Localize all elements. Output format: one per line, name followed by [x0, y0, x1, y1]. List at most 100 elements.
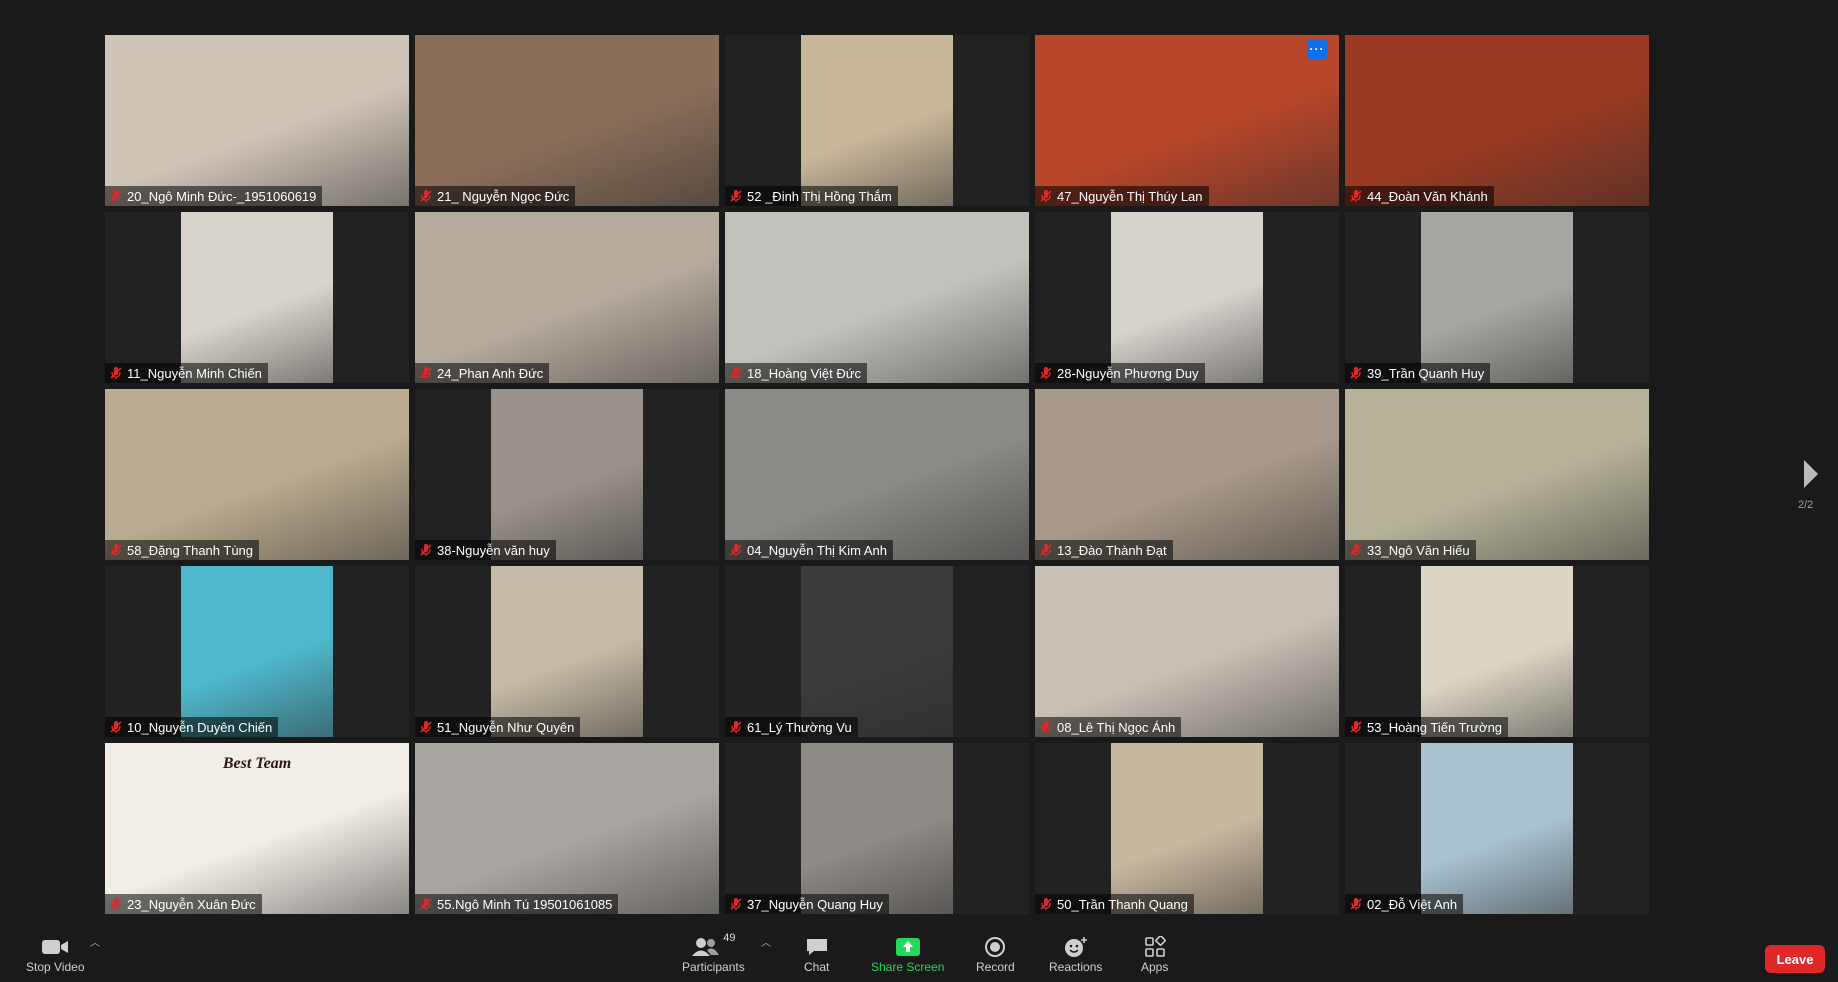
- participant-tile[interactable]: 10_Nguyễn Duyên Chiến: [105, 566, 409, 737]
- participant-tile[interactable]: 33_Ngô Văn Hiếu: [1345, 389, 1649, 560]
- participant-name: 23_Nguyễn Xuân Đức: [127, 896, 256, 912]
- participant-video: [725, 212, 1029, 383]
- muted-mic-icon: [419, 189, 433, 203]
- participant-video: [491, 389, 643, 560]
- participant-name-bar: 53_Hoàng Tiến Trường: [1345, 717, 1509, 737]
- muted-mic-icon: [419, 720, 433, 734]
- participant-tile[interactable]: 08_Lê Thị Ngọc Ánh: [1035, 566, 1339, 737]
- participant-video: [1345, 389, 1649, 560]
- participant-video: [415, 212, 719, 383]
- participant-name: 51_Nguyễn Như Quyên: [437, 719, 575, 735]
- participant-tile[interactable]: 52 _Đinh Thị Hồng Thắm: [725, 35, 1029, 206]
- participant-tile[interactable]: 51_Nguyễn Như Quyên: [415, 566, 719, 737]
- participant-video: [415, 35, 719, 206]
- participant-name-bar: 24_Phan Anh Đức: [415, 363, 550, 383]
- participant-tile[interactable]: 38-Nguyễn văn huy: [415, 389, 719, 560]
- participant-name: 11_Nguyễn Minh Chiến: [127, 365, 262, 381]
- participant-video: [725, 389, 1029, 560]
- participant-tile[interactable]: 39_Trần Quanh Huy: [1345, 212, 1649, 383]
- video-camera-icon: [41, 934, 69, 960]
- participant-tile[interactable]: 18_Hoàng Việt Đức: [725, 212, 1029, 383]
- participant-tile[interactable]: 55.Ngô Minh Tú 19501061085: [415, 743, 719, 914]
- participant-video: [491, 566, 643, 737]
- reactions-smiley-icon: [1064, 934, 1088, 960]
- stop-video-button[interactable]: Stop Video: [26, 934, 85, 974]
- next-page-arrow[interactable]: [1800, 456, 1822, 492]
- participant-name: 28-Nguyễn Phương Duy: [1057, 365, 1199, 381]
- participant-tile[interactable]: 13_Đào Thành Đạt: [1035, 389, 1339, 560]
- participant-name-bar: 50_Trần Thanh Quang: [1035, 894, 1194, 914]
- muted-mic-icon: [109, 189, 123, 203]
- participant-tile[interactable]: 50_Trần Thanh Quang: [1035, 743, 1339, 914]
- participant-name: 04_Nguyễn Thị Kim Anh: [747, 542, 887, 558]
- chat-label: Chat: [804, 960, 830, 974]
- participant-name-bar: 21_ Nguyễn Ngọc Đức: [415, 186, 576, 206]
- participant-tile[interactable]: 20_Ngô Minh Đức-_1951060619: [105, 35, 409, 206]
- participant-name: 21_ Nguyễn Ngọc Đức: [437, 188, 570, 204]
- participant-tile[interactable]: 37_Nguyễn Quang Huy: [725, 743, 1029, 914]
- participant-video: [801, 566, 953, 737]
- participants-count: 49: [723, 932, 736, 944]
- participant-name: 53_Hoàng Tiến Trường: [1367, 719, 1503, 735]
- participant-name-bar: 18_Hoàng Việt Đức: [725, 363, 867, 383]
- participant-tile[interactable]: 24_Phan Anh Đức: [415, 212, 719, 383]
- participant-name-bar: 52 _Đinh Thị Hồng Thắm: [725, 186, 898, 206]
- participant-name-bar: 11_Nguyễn Minh Chiến: [105, 363, 268, 383]
- participant-tile[interactable]: 28-Nguyễn Phương Duy: [1035, 212, 1339, 383]
- muted-mic-icon: [419, 366, 433, 380]
- participant-name: 37_Nguyễn Quang Huy: [747, 896, 883, 912]
- muted-mic-icon: [419, 897, 433, 911]
- participant-name: 61_Lý Thường Vu: [747, 719, 852, 735]
- apps-label: Apps: [1141, 960, 1169, 974]
- participant-tile[interactable]: 02_Đỗ Việt Anh: [1345, 743, 1649, 914]
- participant-name-bar: 04_Nguyễn Thị Kim Anh: [725, 540, 893, 560]
- participant-name: 33_Ngô Văn Hiếu: [1367, 542, 1470, 558]
- participant-video: [415, 743, 719, 914]
- muted-mic-icon: [729, 543, 743, 557]
- share-screen-label: Share Screen: [871, 960, 945, 974]
- participant-name: 13_Đào Thành Đạt: [1057, 542, 1167, 558]
- meeting-toolbar: Stop Video ︿ 49 Participants ︿ Chat Shar…: [0, 928, 1838, 982]
- participant-tile[interactable]: 21_ Nguyễn Ngọc Đức: [415, 35, 719, 206]
- participant-name-bar: 38-Nguyễn văn huy: [415, 540, 556, 560]
- participant-tile[interactable]: 11_Nguyễn Minh Chiến: [105, 212, 409, 383]
- participant-tile[interactable]: 44_Đoàn Văn Khánh: [1345, 35, 1649, 206]
- participant-tile[interactable]: 04_Nguyễn Thị Kim Anh: [725, 389, 1029, 560]
- record-button[interactable]: Record: [976, 934, 1015, 974]
- participant-name: 20_Ngô Minh Đức-_1951060619: [127, 188, 317, 204]
- participant-name-bar: 55.Ngô Minh Tú 19501061085: [415, 894, 619, 914]
- participants-caret-icon[interactable]: ︿: [761, 934, 771, 949]
- muted-mic-icon: [729, 720, 743, 734]
- participant-name-bar: 23_Nguyễn Xuân Đức: [105, 894, 262, 914]
- reactions-button[interactable]: Reactions: [1049, 934, 1102, 974]
- leave-button[interactable]: Leave: [1765, 945, 1825, 973]
- share-screen-button[interactable]: Share Screen: [871, 934, 944, 974]
- participant-tile[interactable]: 47_Nguyễn Thị Thúy Lan ···: [1035, 35, 1339, 206]
- record-icon: [984, 934, 1006, 960]
- muted-mic-icon: [1349, 366, 1363, 380]
- participant-name-bar: 10_Nguyễn Duyên Chiến: [105, 717, 279, 737]
- participant-video: [1035, 566, 1339, 737]
- participants-icon: 49: [691, 932, 736, 960]
- participant-tile[interactable]: 58_Đặng Thanh Tùng: [105, 389, 409, 560]
- participant-name-bar: 47_Nguyễn Thị Thúy Lan: [1035, 186, 1209, 206]
- participant-video: [801, 35, 953, 206]
- participant-name-bar: 51_Nguyễn Như Quyên: [415, 717, 581, 737]
- participant-name: 52 _Đinh Thị Hồng Thắm: [747, 188, 892, 204]
- video-options-caret-icon[interactable]: ︿: [90, 934, 100, 949]
- apps-button[interactable]: Apps: [1141, 934, 1168, 974]
- chat-button[interactable]: Chat: [804, 934, 829, 974]
- participant-tile[interactable]: Best Team 23_Nguyễn Xuân Đức: [105, 743, 409, 914]
- muted-mic-icon: [109, 897, 123, 911]
- participant-name: 55.Ngô Minh Tú 19501061085: [437, 896, 613, 912]
- participant-name: 58_Đặng Thanh Tùng: [127, 542, 254, 558]
- participant-video: [1035, 35, 1339, 206]
- participant-name-bar: 61_Lý Thường Vu: [725, 717, 858, 737]
- muted-mic-icon: [109, 720, 123, 734]
- participants-button[interactable]: 49 Participants: [682, 932, 745, 974]
- participant-name: 38-Nguyễn văn huy: [437, 542, 550, 558]
- participant-tile[interactable]: 53_Hoàng Tiến Trường: [1345, 566, 1649, 737]
- more-options-icon[interactable]: ···: [1307, 39, 1327, 59]
- participant-tile[interactable]: 61_Lý Thường Vu: [725, 566, 1029, 737]
- participant-video: [105, 35, 409, 206]
